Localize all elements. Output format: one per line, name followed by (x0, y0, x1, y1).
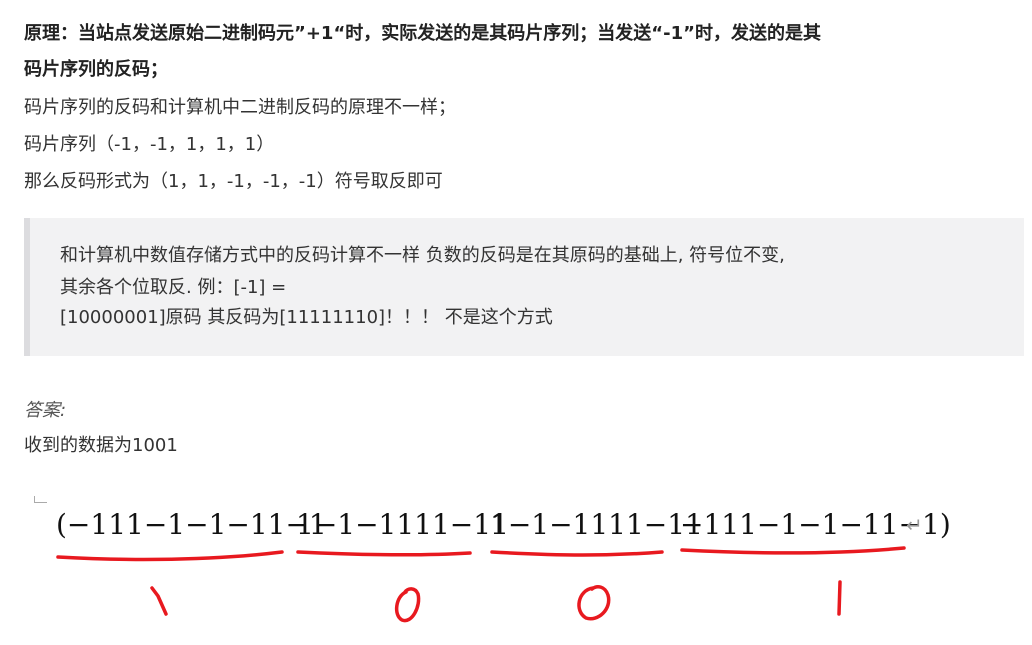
handwriting-overlay (56, 546, 906, 623)
underline-group-4 (680, 546, 906, 555)
handwritten-digit-2 (394, 587, 421, 623)
underline-group-1 (56, 550, 284, 562)
underline-group-2 (296, 550, 472, 557)
handwritten-digit-4 (837, 580, 842, 616)
handwritten-digit-3 (577, 585, 611, 621)
handwritten-digit-1 (150, 586, 168, 616)
underline-group-3 (490, 550, 664, 557)
